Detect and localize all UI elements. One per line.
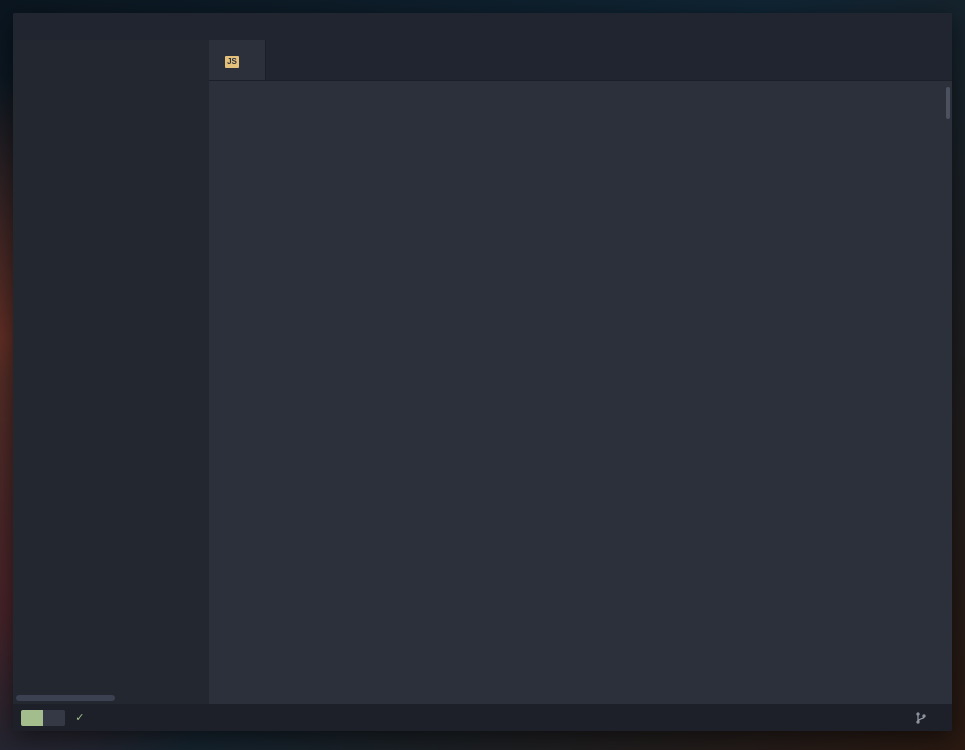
project-tree — [13, 40, 209, 695]
menu-bar — [13, 13, 952, 40]
text-editor[interactable] — [209, 81, 952, 704]
tree-view-sidebar — [13, 40, 209, 704]
tab-bar: JS — [209, 40, 952, 81]
check-icon: ✓ — [75, 711, 84, 724]
window-body: JS — [13, 40, 952, 704]
status-git-branch[interactable] — [916, 712, 930, 724]
code-content[interactable] — [247, 81, 952, 704]
status-issues[interactable]: ✓ — [75, 711, 88, 724]
linter-file-pill[interactable] — [21, 710, 43, 726]
scrollbar-thumb[interactable] — [16, 695, 115, 701]
git-branch-icon — [916, 712, 926, 724]
linter-project-pill[interactable] — [43, 710, 65, 726]
js-icon: JS — [225, 52, 239, 68]
vertical-scroll-indicator[interactable] — [946, 87, 950, 119]
tab-minimap-autohider-js[interactable]: JS — [209, 40, 266, 80]
editor-window: JS ✓ — [13, 13, 952, 731]
tree-horizontal-scrollbar[interactable] — [16, 695, 206, 701]
editor-pane: JS — [209, 40, 952, 704]
status-bar: ✓ — [13, 704, 952, 731]
line-number-gutter[interactable] — [209, 81, 247, 704]
